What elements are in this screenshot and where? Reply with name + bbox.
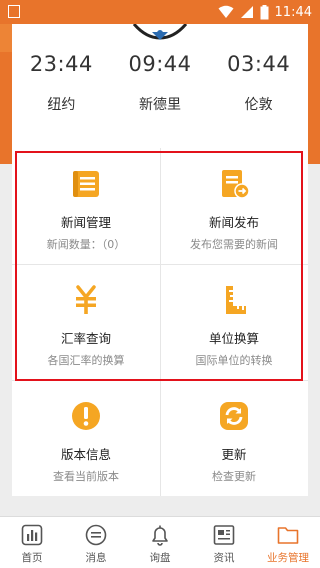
tile-title: 汇率查询 [60,331,111,346]
clock-london: 03:44 伦敦 [209,52,308,114]
header-banner: 23:44 纽约 09:44 新德里 03:44 伦敦 [0,24,320,164]
clock-time: 09:44 [128,52,192,76]
clock-time: 03:44 [227,52,291,76]
nav-messages[interactable]: 消息 [64,517,128,568]
clock-city: 新德里 [139,97,181,113]
tile-subtitle: 发布您需要的新闻 [190,238,278,251]
tile-title: 单位换算 [208,331,259,346]
signal-icon [240,6,253,18]
chart-icon [21,524,43,546]
tile-news-publish[interactable]: 新闻发布 发布您需要的新闻 [160,148,308,264]
tile-subtitle: 查看当前版本 [53,470,119,483]
newspaper-icon [213,525,235,545]
nav-home[interactable]: 首页 [0,517,64,568]
tile-unit-conversion[interactable]: 单位换算 国际单位的转换 [160,264,308,380]
nav-business-management[interactable]: 业务管理 [256,517,320,568]
tile-subtitle: 各国汇率的换算 [47,354,125,367]
tile-subtitle: 检查更新 [212,470,256,483]
mascot-icon [132,24,188,40]
tile-title: 版本信息 [60,447,111,462]
clock-new-delhi: 09:44 新德里 [111,52,210,114]
tile-title: 新闻管理 [60,215,111,230]
feature-grid: 新闻管理 新闻数量：（0） 新闻发布 发布您需要的新闻 汇率查询 各国汇率的换算 [12,148,308,496]
clock-city: 伦敦 [244,97,273,113]
chat-icon [85,524,107,546]
nav-inquiry[interactable]: 询盘 [128,517,192,568]
nav-label: 首页 [21,552,43,564]
yen-icon [76,285,96,314]
nav-label: 询盘 [149,552,171,564]
clock-time: 23:44 [29,52,93,76]
nav-label: 消息 [85,552,107,564]
news-list-icon [73,171,99,197]
info-icon [72,402,100,430]
nav-label: 业务管理 [267,552,309,564]
tile-update[interactable]: 更新 检查更新 [160,380,308,496]
clock-new-york: 23:44 纽约 [12,52,111,114]
tile-title: 更新 [221,447,247,462]
bell-icon [152,525,168,546]
nav-news[interactable]: 资讯 [192,517,256,568]
tile-subtitle: 国际单位的转换 [195,354,273,367]
tile-news-management[interactable]: 新闻管理 新闻数量：（0） [12,148,160,264]
ruler-icon [226,286,246,314]
notification-square-icon [8,5,20,18]
battery-icon [260,4,269,19]
tile-exchange-rate[interactable]: 汇率查询 各国汇率的换算 [12,264,160,380]
clock-city: 纽约 [47,97,76,113]
world-clock-card: 23:44 纽约 09:44 新德里 03:44 伦敦 [12,24,308,154]
refresh-icon [220,402,248,430]
tile-subtitle: 新闻数量：（0） [46,238,126,251]
nav-label: 资讯 [213,552,235,564]
tile-title: 新闻发布 [208,215,259,230]
folder-icon [277,527,299,544]
tile-version-info[interactable]: 版本信息 查看当前版本 [12,380,160,496]
wifi-icon [218,5,234,18]
status-time: 11:44 [274,4,312,20]
bottom-navigation: 首页 消息 询盘 资讯 业务管理 [0,516,320,568]
news-publish-icon [222,170,250,199]
status-bar: 11:44 [0,0,320,24]
